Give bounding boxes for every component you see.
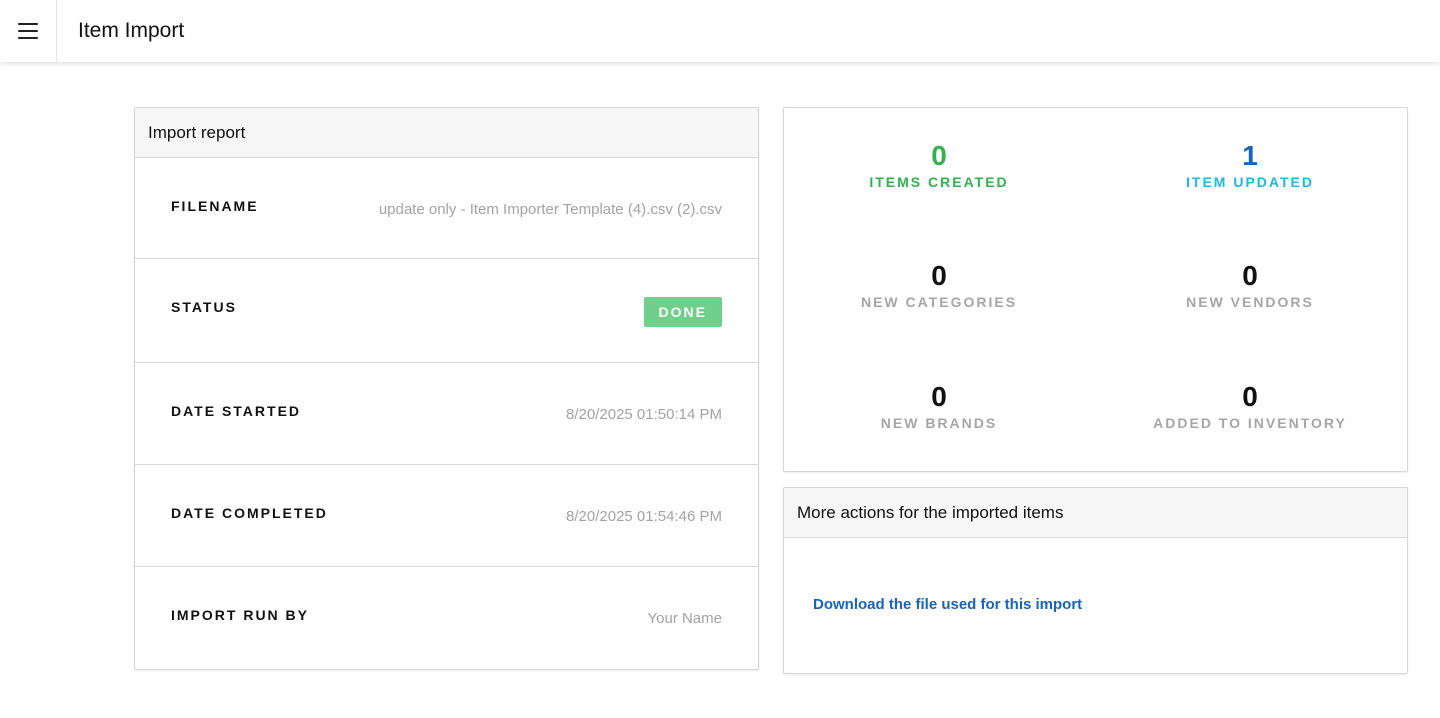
items-created-stat: 0 ITEMS CREATED	[789, 140, 1089, 191]
date-started-value: 8/20/2025 01:50:14 PM	[566, 406, 722, 423]
status-row: STATUS DONE	[135, 259, 758, 363]
more-actions-header: More actions for the imported items	[784, 488, 1407, 538]
import-run-by-label: IMPORT RUN BY	[171, 607, 309, 623]
date-completed-value: 8/20/2025 01:54:46 PM	[566, 508, 722, 525]
new-brands-count: 0	[931, 381, 947, 412]
import-stats-panel: 0 ITEMS CREATED 1 ITEM UPDATED 0 NEW CAT…	[783, 107, 1408, 472]
date-completed-row: DATE COMPLETED 8/20/2025 01:54:46 PM	[135, 465, 758, 567]
import-report-header: Import report	[135, 108, 758, 158]
more-actions-panel: More actions for the imported items Down…	[783, 487, 1408, 674]
new-categories-stat: 0 NEW CATEGORIES	[789, 260, 1089, 311]
item-updated-stat: 1 ITEM UPDATED	[1100, 140, 1400, 191]
filename-row: FILENAME update only - Item Importer Tem…	[135, 158, 758, 259]
new-vendors-count: 0	[1242, 260, 1258, 291]
new-brands-label: NEW BRANDS	[880, 415, 998, 431]
status-badge: DONE	[643, 297, 722, 327]
status-label: STATUS	[171, 299, 237, 315]
new-vendors-stat: 0 NEW VENDORS	[1100, 260, 1400, 311]
date-started-label: DATE STARTED	[171, 403, 302, 419]
new-vendors-label: NEW VENDORS	[1186, 294, 1314, 310]
date-completed-label: DATE COMPLETED	[171, 505, 328, 521]
filename-label: FILENAME	[171, 198, 259, 214]
added-to-inventory-stat: 0 ADDED TO INVENTORY	[1100, 381, 1400, 432]
filename-value: update only - Item Importer Template (4)…	[378, 201, 722, 218]
items-created-label: ITEMS CREATED	[869, 174, 1009, 190]
item-updated-count: 1	[1242, 140, 1258, 171]
download-import-file-link[interactable]: Download the file used for this import	[813, 596, 1082, 613]
new-categories-count: 0	[931, 260, 947, 291]
hamburger-menu-icon	[18, 23, 38, 39]
import-run-by-value: Your Name	[647, 610, 723, 627]
items-created-count: 0	[931, 140, 947, 171]
added-to-inventory-count: 0	[1242, 381, 1258, 412]
page-title: Item Import	[78, 19, 185, 42]
new-brands-stat: 0 NEW BRANDS	[789, 381, 1089, 432]
added-to-inventory-label: ADDED TO INVENTORY	[1153, 415, 1347, 431]
import-run-by-row: IMPORT RUN BY Your Name	[135, 567, 758, 669]
top-app-bar: Item Import	[0, 0, 1440, 62]
new-categories-label: NEW CATEGORIES	[860, 294, 1018, 310]
menu-button[interactable]	[0, 0, 57, 62]
date-started-row: DATE STARTED 8/20/2025 01:50:14 PM	[135, 363, 758, 465]
import-report-panel: Import report FILENAME update only - Ite…	[134, 107, 759, 670]
item-updated-label: ITEM UPDATED	[1186, 174, 1314, 190]
